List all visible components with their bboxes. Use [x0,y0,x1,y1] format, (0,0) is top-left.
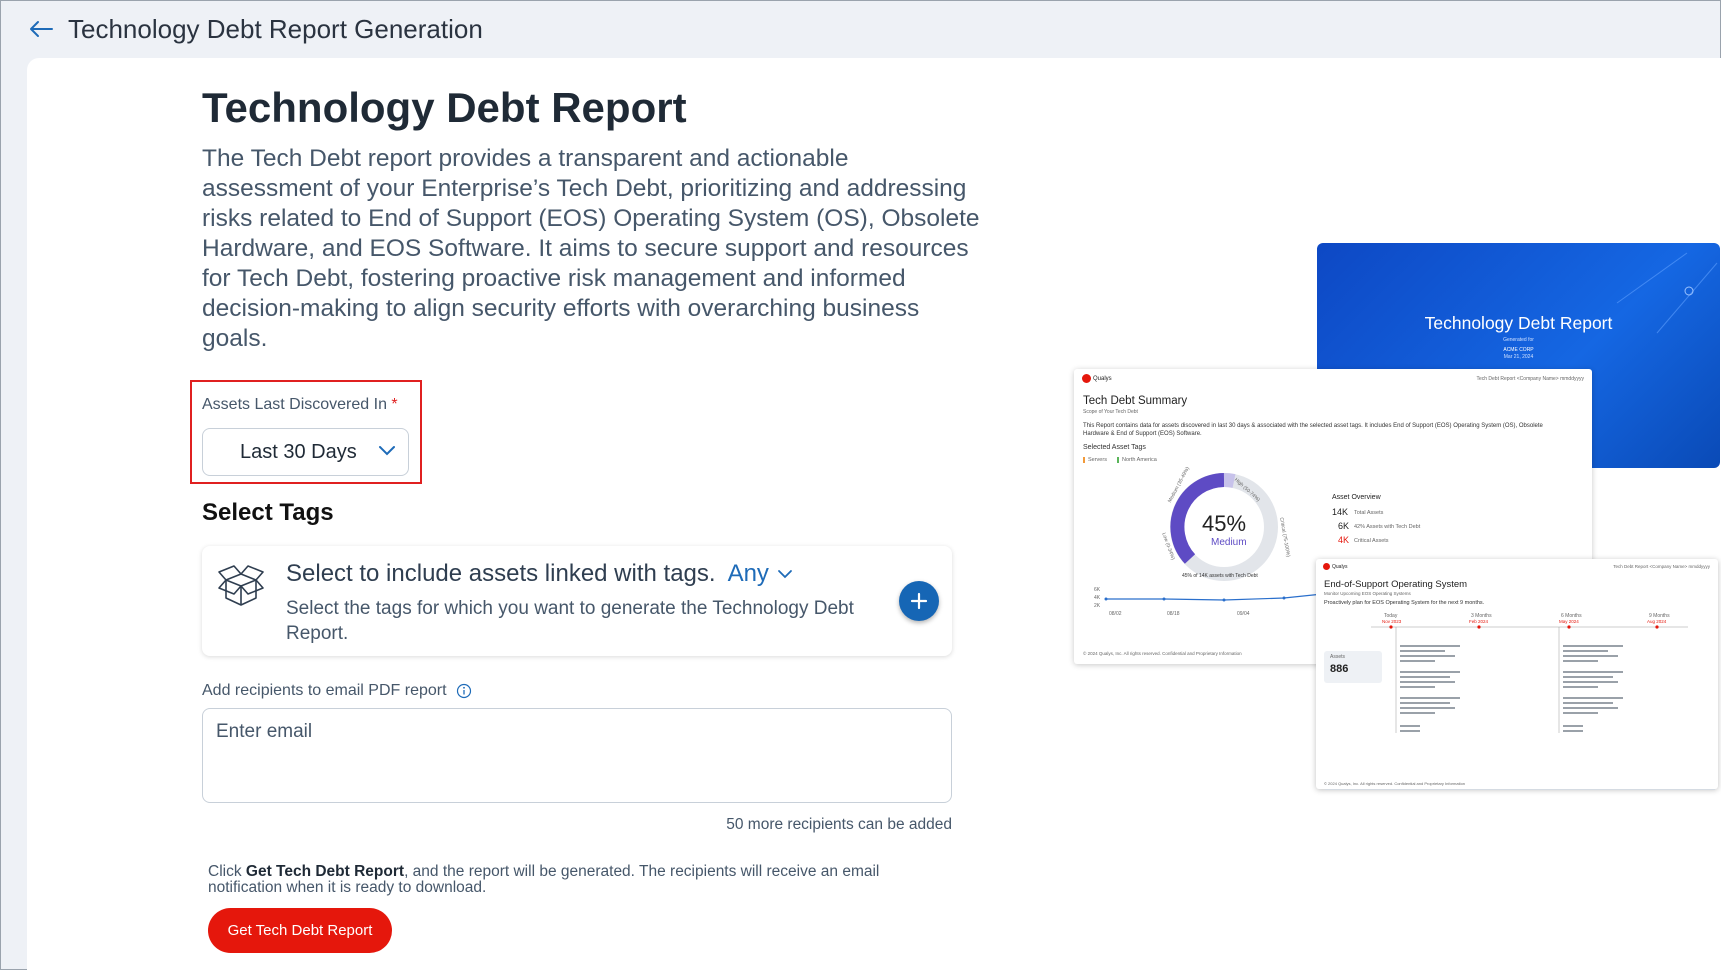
summary-title: Tech Debt Summary [1083,395,1188,407]
asset-overview-title: Asset Overview [1332,494,1381,501]
eos-timeline [1371,625,1688,733]
overview-total-label: Total Assets [1354,510,1384,516]
add-tag-button[interactable] [899,581,939,621]
note-bold: Get Tech Debt Report [245,863,405,880]
assets-field-label-text: Assets Last Discovered In [202,396,387,413]
assets-field-label: Assets Last Discovered In * [202,396,398,414]
summary-tag-1: Servers [1083,457,1107,463]
cover-generated-for: Generated for [1503,337,1534,343]
assets-discovered-value: Last 30 Days [240,440,357,463]
main-card: Technology Debt Report The Tech Debt rep… [27,58,1721,970]
eos-assets-box: Assets 886 [1324,651,1382,683]
open-box-icon [218,565,264,606]
eos-assets-label: Assets [1330,654,1346,660]
overview-critical-label: Critical Assets [1354,538,1389,544]
chart-x-tick-2: 08/18 [1167,611,1180,617]
plus-icon [910,592,928,610]
eos-plan: Proactively plan for EOS Operating Syste… [1324,600,1485,606]
overview-total-value: 14K [1332,507,1349,517]
page-header-title: Technology Debt Report Generation [68,13,483,44]
required-asterisk: * [391,396,398,413]
tag-headline-row: Select to include assets linked with tag… [286,560,793,588]
eos-assets-value: 886 [1330,663,1349,675]
trend-line [1104,591,1343,602]
cover-title: Technology Debt Report [1424,313,1613,333]
assets-discovered-select[interactable]: Last 30 Days [202,428,409,476]
report-preview: Technology Debt Report Generated for ACM… [1037,243,1720,863]
qualys-logo-text: Qualys [1093,375,1112,382]
eos-subtitle: Monitor Upcoming EOS Operating Systems [1324,591,1411,596]
note-prefix: Click [208,863,246,880]
eos-page-thumbnail: Qualys Tech Debt Report <Company Name> m… [1316,559,1718,789]
summary-tags-label: Selected Asset Tags [1083,444,1146,451]
tag-helper-text: Select the tags for which you want to ge… [286,598,854,644]
summary-subtitle: Scope of Your Tech Debt [1083,409,1138,415]
chart-x-tick-1: 08/02 [1109,611,1122,617]
eos-header-right: Tech Debt Report <Company Name> mmddyyyy [1613,564,1710,569]
qualys-logo: Qualys [1323,563,1348,570]
chart-y-tick-2: 4K [1094,595,1101,601]
select-tags-title: Select Tags [202,499,334,526]
get-tech-debt-report-button[interactable]: Get Tech Debt Report [208,908,392,953]
recipients-label-text: Add recipients to email PDF report [202,682,447,699]
top-bar: Technology Debt Report Generation [0,0,1721,58]
page-title: Technology Debt Report [202,84,687,131]
gauge-value: 45% [1202,511,1247,536]
tag-headline: Select to include assets linked with tag… [286,560,716,587]
arrow-left-icon[interactable] [28,19,54,39]
qualys-logo-mark [1082,374,1091,383]
gauge-caption: 45% of 14K assets with Tech Debt [1182,573,1258,579]
eos-title: End-of-Support Operating System [1324,579,1468,590]
overview-debt-value: 6K [1338,521,1350,531]
gauge-label: Medium [1211,537,1247,548]
recipients-label: Add recipients to email PDF report [202,682,472,700]
overview-debt-label: 42% Assets with Tech Debt [1354,524,1421,530]
report-description: The Tech Debt report provides a transpar… [202,145,980,352]
info-icon[interactable] [456,683,472,699]
preview-divider [1325,789,1715,790]
eos-footer: © 2024 Qualys, Inc. All rights reserved.… [1324,781,1466,786]
tag-match-dropdown[interactable]: Any [728,560,793,588]
summary-footer: © 2024 Qualys, Inc. All rights reserved.… [1083,651,1242,656]
qualys-logo: Qualys [1082,374,1112,383]
chevron-down-icon [778,570,792,579]
chart-x-tick-3: 09/04 [1237,611,1250,617]
chevron-down-icon [379,446,395,456]
summary-intro: This Report contains data for assets dis… [1083,423,1543,437]
chart-y-tick-1: 6K [1094,587,1101,593]
overview-critical-value: 4K [1338,535,1350,545]
cover-company: ACME CORP [1503,347,1534,353]
chart-y-tick-3: 2K [1094,603,1101,609]
recipients-remaining: 50 more recipients can be added [726,816,952,833]
summary-tag-2: North America [1117,457,1157,463]
tag-match-value: Any [727,560,769,587]
summary-header-right: Tech Debt Report <Company Name> mmddyyyy [1476,376,1584,382]
generation-note: Click Get Tech Debt Report, and the repo… [208,864,928,896]
tag-selector-card[interactable]: Select to include assets linked with tag… [202,546,952,656]
qualys-logo-mark [1323,563,1330,570]
cover-date: Mar 21, 2024 [1503,354,1534,360]
email-recipients-input[interactable] [202,708,952,803]
qualys-logo-text: Qualys [1332,563,1348,570]
